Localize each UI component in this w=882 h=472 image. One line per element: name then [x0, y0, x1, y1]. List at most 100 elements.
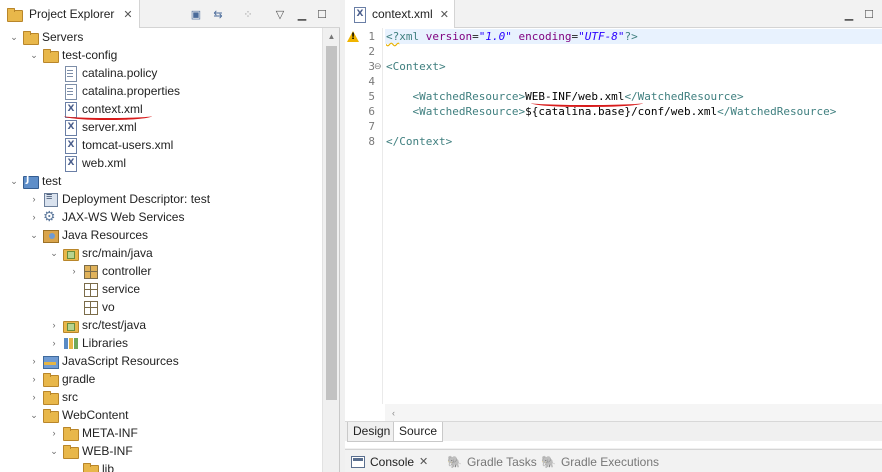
tree-item-label: WEB-INF: [82, 444, 133, 458]
tree-item-label: Servers: [42, 30, 84, 44]
view-menu-icon[interactable]: ▽: [272, 6, 288, 22]
tree-item-src[interactable]: › src: [28, 388, 78, 406]
tree-item-gradle[interactable]: › gradle: [28, 370, 95, 388]
editor-horizontal-scrollbar[interactable]: ‹: [385, 404, 882, 421]
tab-design[interactable]: Design: [347, 422, 397, 442]
tree-item-vo[interactable]: vo: [68, 298, 115, 316]
maximize-icon[interactable]: ☐: [861, 6, 877, 22]
expand-icon[interactable]: ⌄: [28, 406, 40, 424]
folder-icon: [42, 47, 59, 63]
scrollbar-thumb[interactable]: [326, 46, 337, 400]
tree-item-web-xml[interactable]: web.xml: [48, 154, 126, 172]
editor-tab-context-xml[interactable]: context.xml ✕: [345, 0, 455, 28]
collapsed-icon[interactable]: ›: [28, 352, 40, 370]
expand-icon[interactable]: ⌄: [48, 244, 60, 262]
collapsed-icon[interactable]: ›: [68, 262, 80, 280]
line-number: 3: [368, 60, 375, 73]
expand-icon[interactable]: ⌄: [48, 442, 60, 460]
code-line-3: <Context>: [386, 60, 446, 73]
code-line-1: <?xml version="1.0" encoding="UTF-8"?>: [386, 30, 638, 43]
scroll-left-icon[interactable]: ‹: [385, 404, 402, 421]
package-icon: [82, 281, 98, 297]
maximize-icon[interactable]: ☐: [314, 6, 330, 22]
folder-icon: [42, 389, 59, 405]
close-icon[interactable]: ✕: [440, 8, 449, 21]
minimize-icon[interactable]: ▁: [841, 6, 857, 22]
tree-item-deployment-descriptor[interactable]: › Deployment Descriptor: test: [28, 190, 210, 208]
collapsed-icon[interactable]: ›: [28, 208, 40, 226]
editor-area: context.xml ✕ ▁ ☐ 1 2 3 ⊖ 4 5 6 7 8 <?xm…: [345, 0, 882, 448]
collapsed-icon[interactable]: ›: [48, 316, 60, 334]
xml-file-icon: [62, 119, 78, 136]
folder-icon: [82, 461, 99, 472]
collapsed-icon[interactable]: ›: [28, 370, 40, 388]
folder-icon: [42, 371, 59, 387]
project-tree: ⌄ Servers ⌄ test-config catalina.policy ca…: [0, 28, 322, 472]
folder-icon: [42, 407, 59, 423]
tab-console-label: Console: [370, 454, 415, 469]
tree-item-web-inf[interactable]: ⌄ WEB-INF: [48, 442, 133, 460]
xml-source-editor[interactable]: 1 2 3 ⊖ 4 5 6 7 8 <?xml version="1.0" en…: [345, 28, 882, 404]
tree-item-label: src/main/java: [82, 246, 153, 260]
gradle-icon: 🐘: [541, 454, 556, 469]
folder-icon: [22, 29, 39, 45]
tree-item-service[interactable]: service: [68, 280, 140, 298]
expand-icon[interactable]: ⌄: [28, 226, 40, 244]
tree-item-meta-inf[interactable]: › META-INF: [48, 424, 138, 442]
tree-item-libraries[interactable]: › Libraries: [48, 334, 129, 352]
tab-console[interactable]: Console ✕: [345, 450, 428, 472]
tab-gradle-executions[interactable]: 🐘 Gradle Executions: [535, 450, 659, 472]
bottom-view-tabbar: Console ✕ 🐘 Gradle Tasks 🐘 Gradle Execut…: [345, 449, 882, 472]
tab-gradle-tasks[interactable]: 🐘 Gradle Tasks: [441, 450, 537, 472]
tree-item-test[interactable]: ⌄ test: [8, 172, 61, 190]
project-explorer-tab[interactable]: Project Explorer ✕: [0, 0, 140, 28]
tree-item-controller[interactable]: › controller: [68, 262, 151, 280]
collapse-all-icon[interactable]: ▣: [188, 6, 204, 22]
tree-item-tomcat-users-xml[interactable]: tomcat-users.xml: [48, 136, 173, 154]
tree-item-catalina-policy[interactable]: catalina.policy: [48, 64, 157, 82]
project-explorer-title: Project Explorer: [29, 7, 115, 21]
tree-item-catalina-properties[interactable]: catalina.properties: [48, 82, 180, 100]
deployment-descriptor-icon: [42, 191, 58, 207]
link-with-editor-icon[interactable]: ⇆: [210, 6, 226, 22]
code-text-area[interactable]: <?xml version="1.0" encoding="UTF-8"?> <…: [385, 28, 882, 404]
fold-icon[interactable]: ⊖: [374, 59, 383, 74]
close-icon[interactable]: ✕: [123, 8, 132, 21]
scroll-up-icon[interactable]: ▲: [323, 28, 340, 45]
collapsed-icon[interactable]: ›: [48, 424, 60, 442]
web-services-icon: [42, 208, 58, 225]
close-icon[interactable]: ✕: [419, 455, 428, 468]
tree-item-lib[interactable]: lib: [68, 460, 114, 472]
tree-item-label: service: [102, 282, 141, 296]
java-resources-icon: [42, 227, 59, 243]
tree-item-label: catalina.policy: [82, 66, 158, 80]
line-number: 5: [368, 90, 375, 103]
project-explorer-scrollbar[interactable]: ▲: [322, 28, 339, 472]
tree-item-label: web.xml: [82, 156, 127, 170]
tree-item-jax-ws[interactable]: › JAX-WS Web Services: [28, 208, 185, 226]
xml-file-icon: [351, 6, 367, 23]
minimize-icon[interactable]: ▁: [294, 6, 310, 22]
collapsed-icon[interactable]: ›: [48, 334, 60, 352]
expand-icon[interactable]: ⌄: [28, 46, 40, 64]
tree-item-java-resources[interactable]: ⌄ Java Resources: [28, 226, 148, 244]
tree-item-label: Libraries: [82, 336, 129, 350]
filters-icon[interactable]: ⁘: [240, 6, 256, 22]
tree-item-javascript-resources[interactable]: › JavaScript Resources: [28, 352, 179, 370]
editor-tab-title: context.xml: [372, 7, 433, 21]
collapsed-icon[interactable]: ›: [28, 190, 40, 208]
tree-item-src-main-java[interactable]: ⌄ src/main/java: [48, 244, 153, 262]
editor-tabbar: context.xml ✕ ▁ ☐: [345, 0, 882, 28]
tab-source[interactable]: Source: [393, 422, 444, 442]
expand-icon[interactable]: ⌄: [8, 172, 20, 190]
tree-item-servers[interactable]: ⌄ Servers: [8, 28, 83, 46]
line-number: 2: [368, 45, 375, 58]
tree-item-test-config[interactable]: ⌄ test-config: [28, 46, 117, 64]
collapsed-icon[interactable]: ›: [28, 388, 40, 406]
tree-item-webcontent[interactable]: ⌄ WebContent: [28, 406, 129, 424]
tree-item-src-test-java[interactable]: › src/test/java: [48, 316, 146, 334]
tree-item-label: Java Resources: [62, 228, 149, 242]
tree-item-server-xml[interactable]: server.xml: [48, 118, 137, 136]
tree-item-label: test-config: [62, 48, 118, 62]
expand-icon[interactable]: ⌄: [8, 28, 20, 46]
